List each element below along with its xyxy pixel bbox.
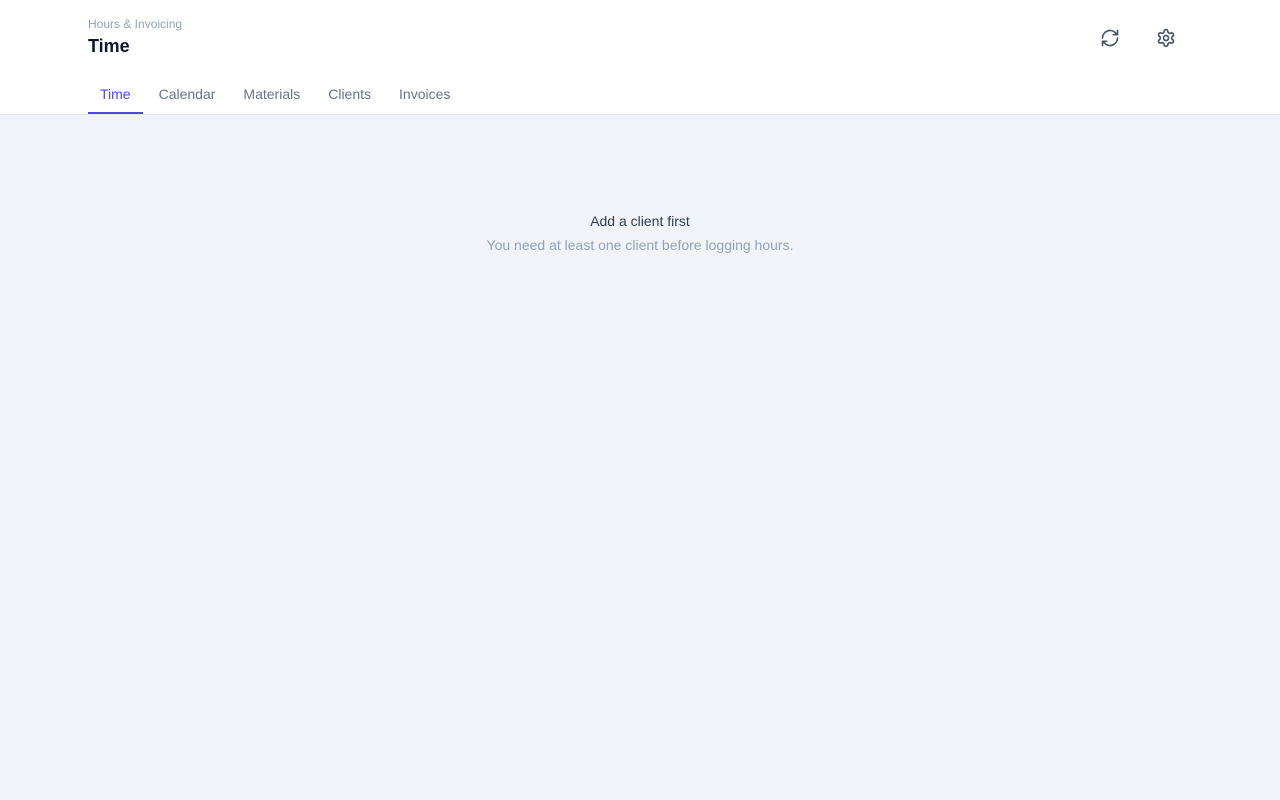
app-header: Hours & Invoicing Time Time Calendar Mat… [0, 0, 1280, 115]
tab-clients[interactable]: Clients [316, 74, 383, 114]
empty-state-description: You need at least one client before logg… [486, 237, 794, 253]
page-title: Time [88, 36, 130, 56]
tab-time[interactable]: Time [88, 74, 143, 114]
refresh-button[interactable] [1096, 24, 1124, 52]
tab-invoices[interactable]: Invoices [387, 74, 462, 114]
tab-materials[interactable]: Materials [231, 74, 312, 114]
breadcrumb: Hours & Invoicing [88, 17, 183, 31]
gear-icon [1157, 28, 1175, 48]
tab-bar: Time Calendar Materials Clients Invoices [88, 74, 466, 115]
tab-calendar[interactable]: Calendar [147, 74, 228, 114]
empty-state: Add a client first You need at least one… [0, 212, 1280, 254]
refresh-icon [1101, 29, 1119, 47]
settings-button[interactable] [1152, 24, 1180, 52]
empty-state-title: Add a client first [590, 213, 690, 229]
